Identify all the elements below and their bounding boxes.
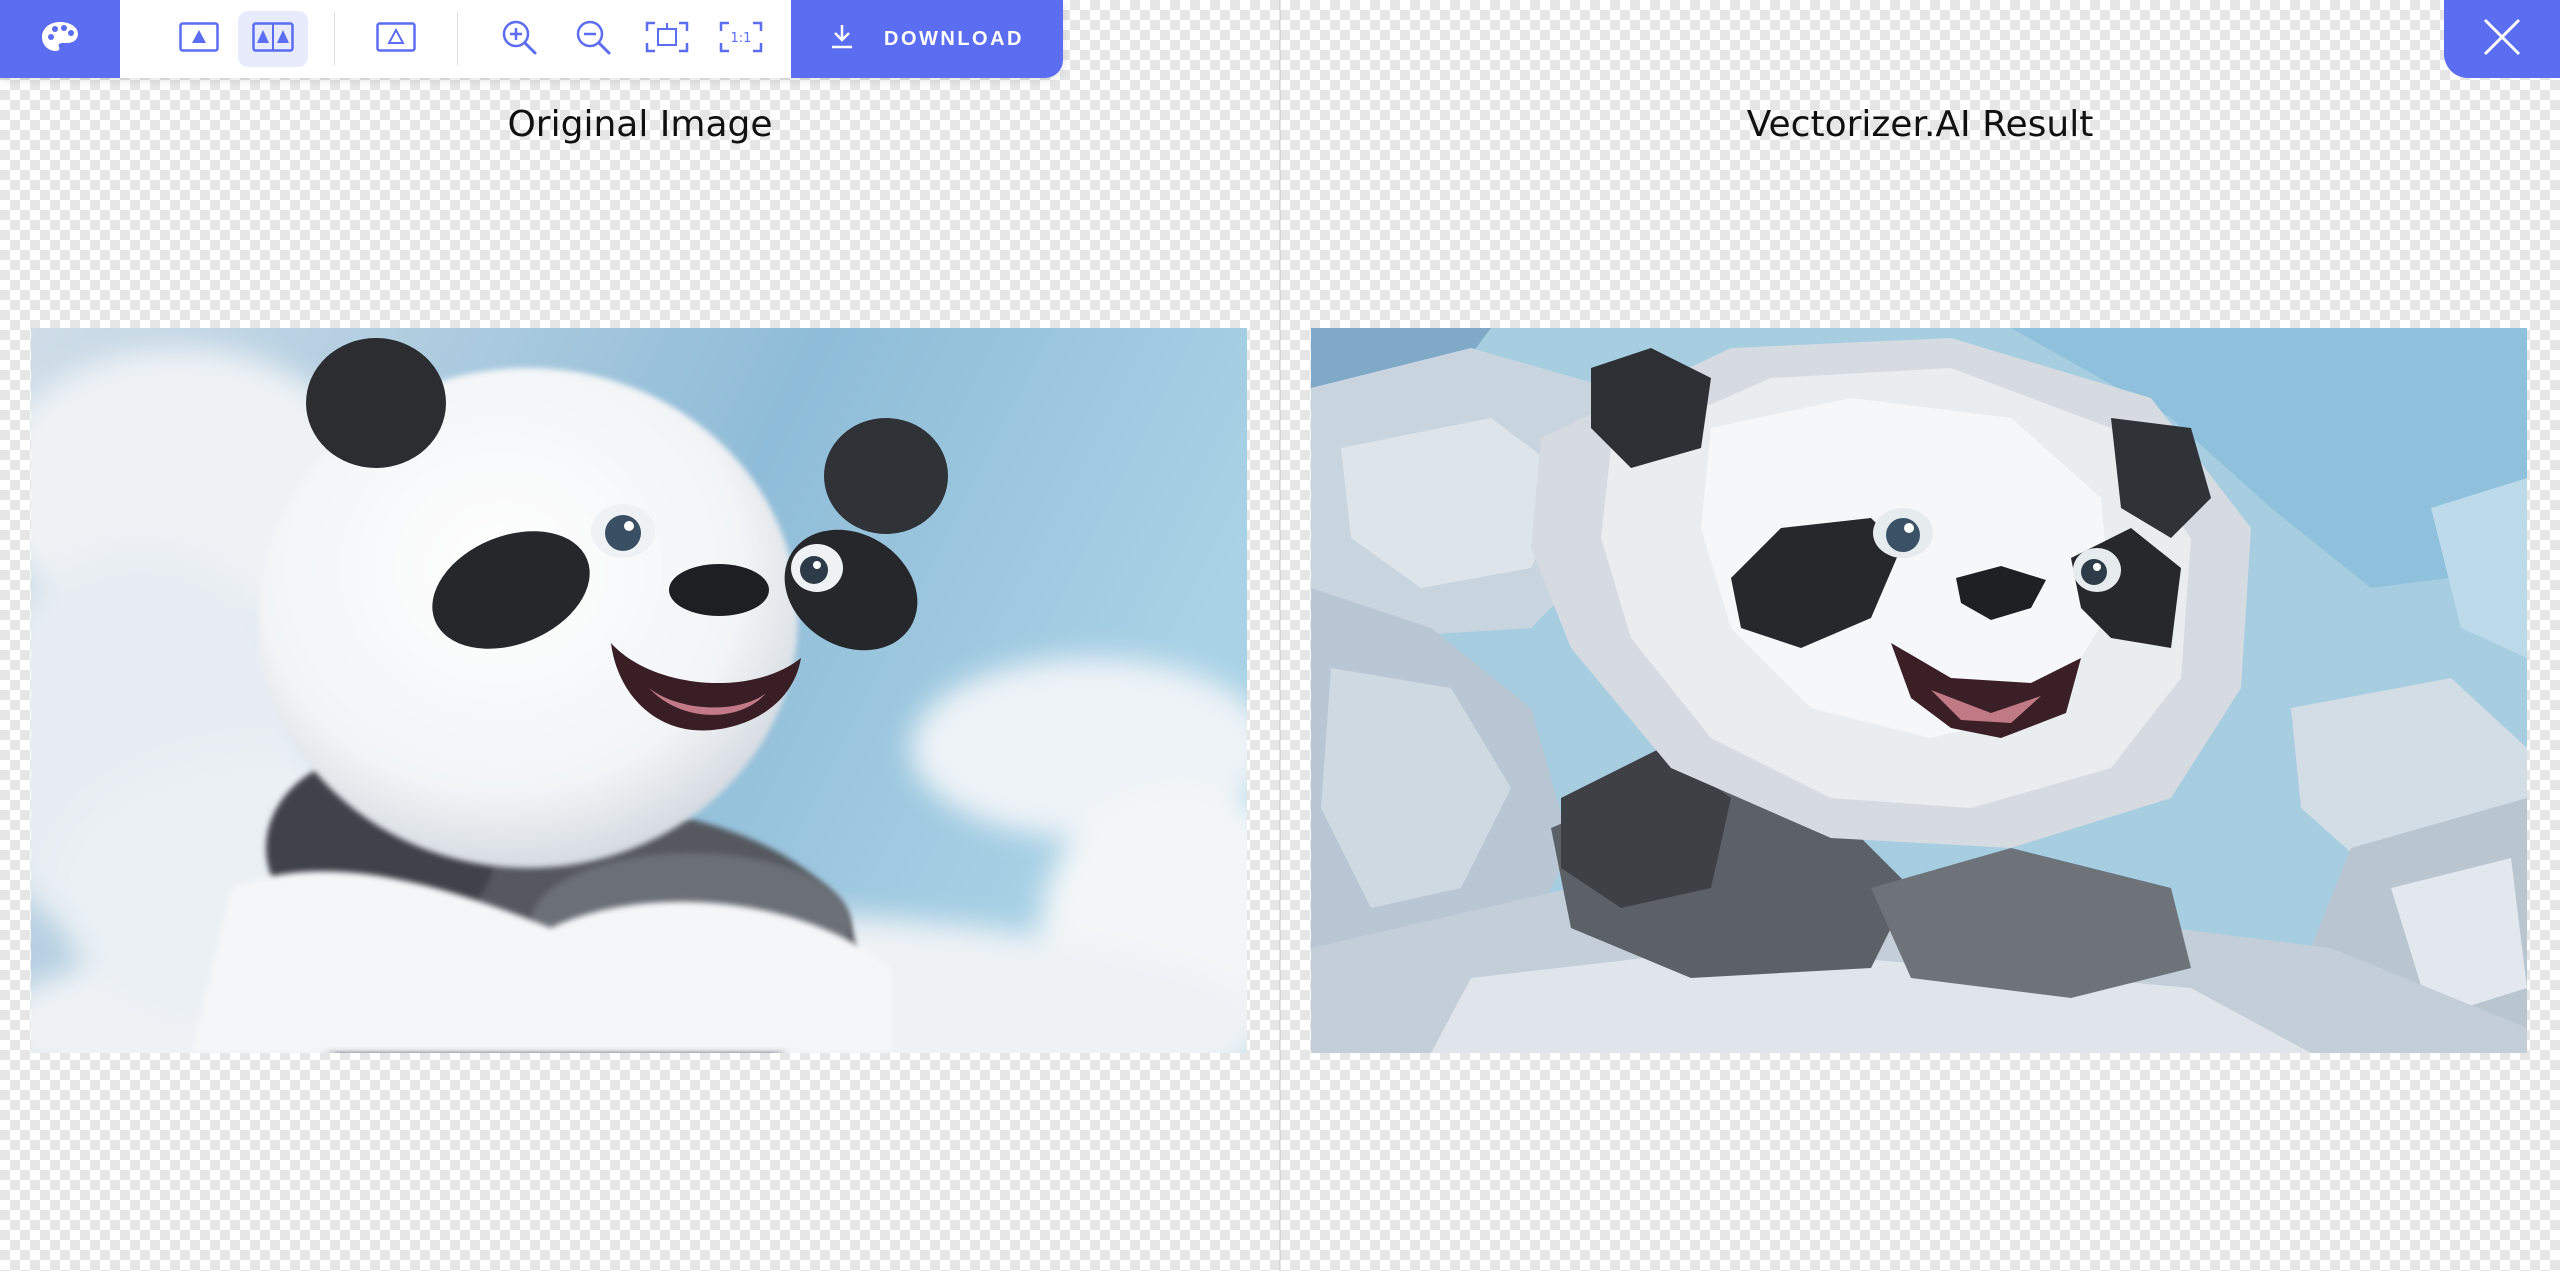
download-icon bbox=[830, 23, 854, 55]
one-to-one-icon: 1:1 bbox=[719, 20, 763, 59]
original-image-title: Original Image bbox=[507, 104, 773, 145]
original-image[interactable] bbox=[31, 328, 1247, 1053]
download-label: DOWNLOAD bbox=[884, 27, 1024, 50]
result-image-title: Vectorizer.AI Result bbox=[1746, 104, 2094, 145]
fit-to-screen-button[interactable] bbox=[632, 11, 702, 67]
svg-text:1:1: 1:1 bbox=[731, 31, 752, 46]
vector-view-button[interactable] bbox=[361, 11, 431, 67]
toolbar: 1:1 DOWNLOAD bbox=[0, 0, 1063, 78]
logo-button[interactable] bbox=[0, 0, 120, 78]
zoom-out-button[interactable] bbox=[558, 11, 628, 67]
single-view-button[interactable] bbox=[164, 11, 234, 67]
download-button[interactable]: DOWNLOAD bbox=[791, 0, 1063, 78]
zoom-in-button[interactable] bbox=[484, 11, 554, 67]
outline-triangle-icon bbox=[376, 21, 416, 57]
panel-divider bbox=[1279, 0, 1281, 1271]
close-button[interactable] bbox=[2444, 0, 2560, 78]
zoom-in-icon bbox=[500, 18, 538, 61]
vectorized-result-image[interactable] bbox=[1311, 328, 2527, 1053]
toolbar-separator bbox=[457, 12, 458, 66]
toolbar-separator bbox=[334, 12, 335, 66]
actual-size-button[interactable]: 1:1 bbox=[706, 11, 776, 67]
palette-icon bbox=[40, 20, 80, 59]
zoom-out-icon bbox=[574, 18, 612, 61]
side-by-side-view-button[interactable] bbox=[238, 11, 308, 67]
close-icon bbox=[2481, 16, 2523, 63]
single-image-icon bbox=[179, 21, 219, 57]
fit-to-screen-icon bbox=[645, 20, 689, 59]
side-by-side-icon bbox=[252, 21, 294, 57]
